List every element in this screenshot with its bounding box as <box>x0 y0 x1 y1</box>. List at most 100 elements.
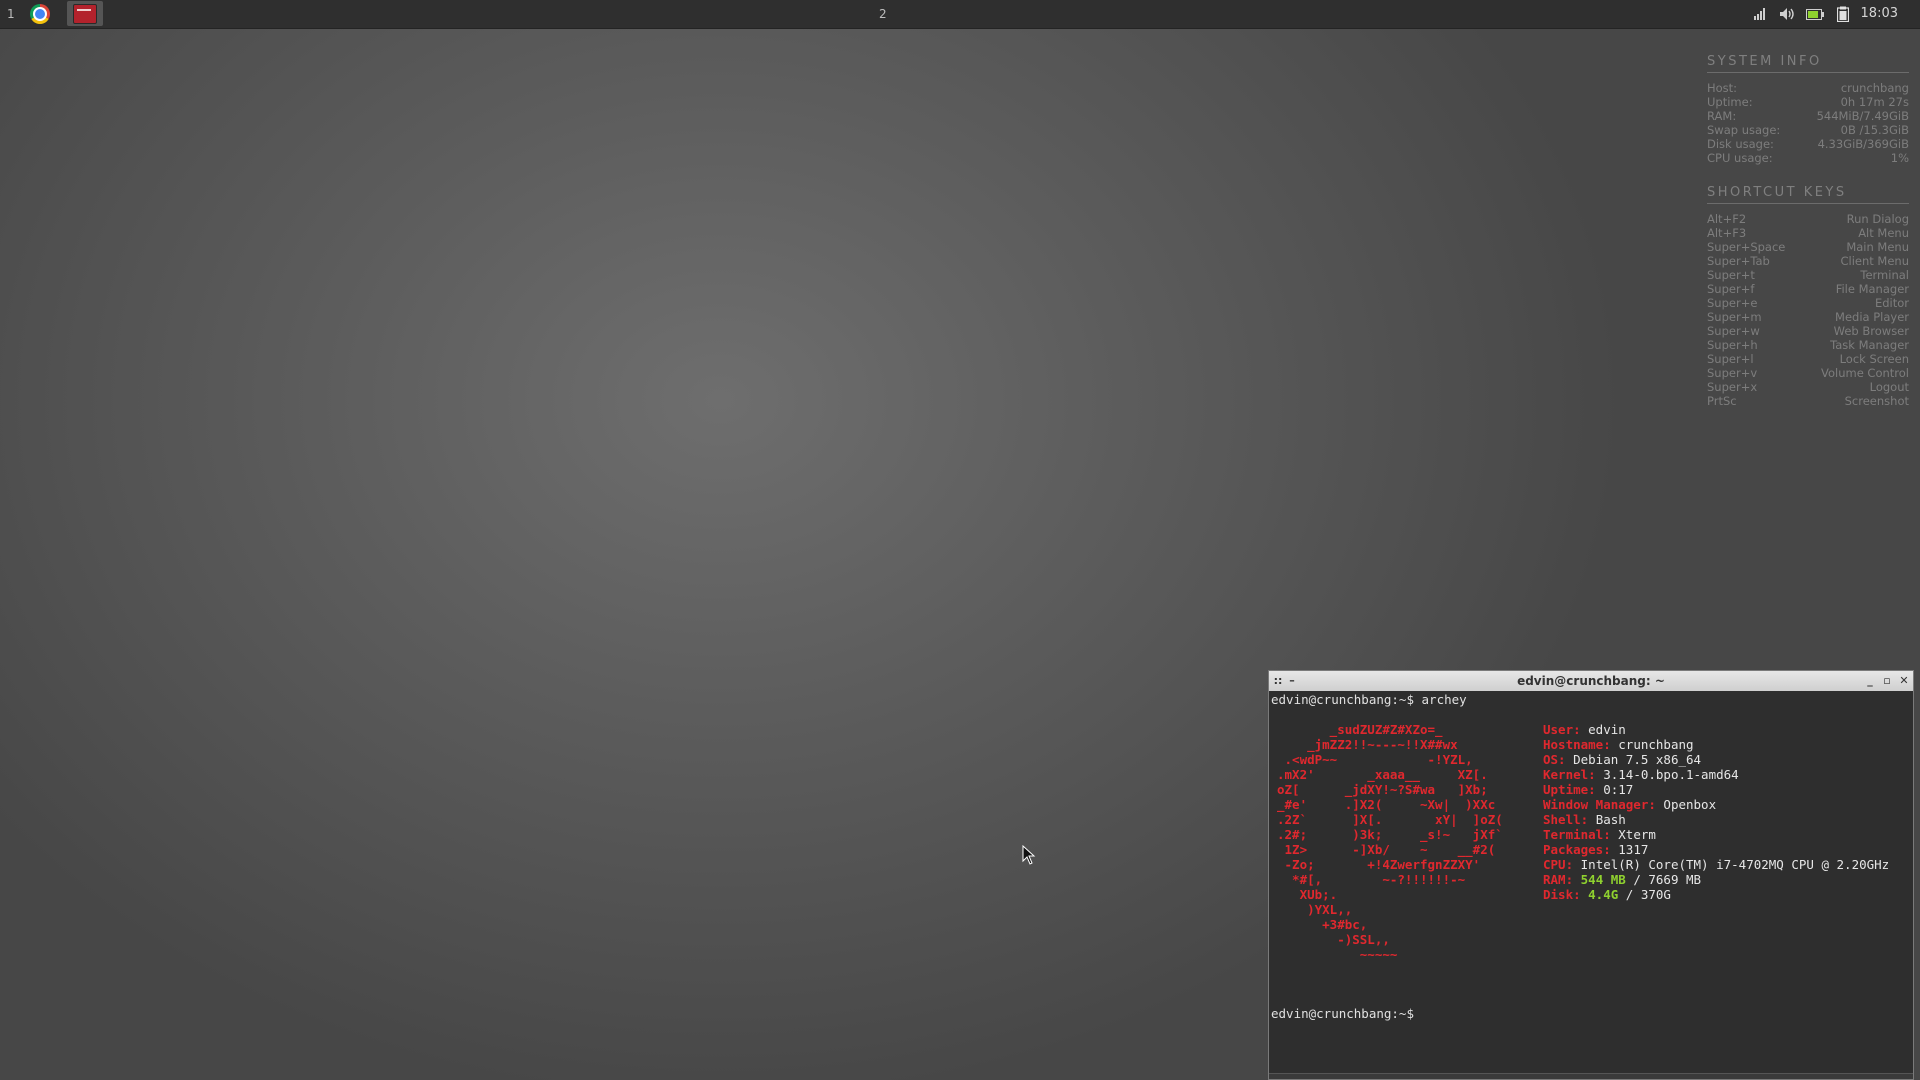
clipboard-icon[interactable] <box>1833 5 1853 23</box>
info-line: OS: Debian 7.5 x86_64 <box>1543 752 1702 767</box>
volume-icon[interactable] <box>1777 5 1797 23</box>
info-line: Terminal: Xterm <box>1543 827 1656 842</box>
shortcut-row-label: Super+h <box>1707 338 1758 352</box>
shortcut-row-label: Super+Space <box>1707 240 1786 254</box>
shortcut-row-label: PrtSc <box>1707 394 1737 408</box>
system-info-list: Host: crunchbang Uptime: 0h 17m 27s RAM: 544M… <box>1707 81 1909 165</box>
terminal-icon <box>73 3 97 24</box>
shortcut-row-value: Alt Menu <box>1858 226 1909 240</box>
system-info-row-value: crunchbang <box>1840 81 1909 95</box>
top-panel: 1 2 18:03 <box>0 0 1920 29</box>
shortcut-row-label: Super+x <box>1707 380 1758 394</box>
info-line: Packages: 1317 <box>1543 842 1649 857</box>
system-info-row-label: Host: <box>1707 81 1738 95</box>
shortcut-keys-list: Alt+F2 Run Dialog Alt+F3 Alt Menu Super+Spac… <box>1707 212 1909 408</box>
info-line: Uptime: 0:17 <box>1543 782 1634 797</box>
battery-icon[interactable] <box>1805 5 1825 23</box>
system-info-row: RAM: 544MiB/7.49GiB <box>1707 109 1909 123</box>
info-line: Hostname: crunchbang <box>1543 737 1694 752</box>
mouse-pointer-icon <box>1022 845 1036 865</box>
shortcut-row-value: Web Browser <box>1833 324 1909 338</box>
shortcut-row-value: Client Menu <box>1840 254 1909 268</box>
window-menu-icon[interactable]: :: <box>1271 671 1285 691</box>
system-info-row: Host: crunchbang <box>1707 81 1909 95</box>
system-info-row: Disk usage: 4.33GiB/369GiB <box>1707 137 1909 151</box>
shell-prompt: edvin@crunchbang:~$ <box>1271 1006 1414 1021</box>
shortcut-row-label: Super+Tab <box>1707 254 1770 268</box>
conky-widget: SYSTEM INFO Host: crunchbang Uptime: 0h 17m… <box>1707 54 1909 408</box>
shortcut-row: Super+h Task Manager <box>1707 338 1909 352</box>
system-info-row-label: RAM: <box>1707 109 1737 123</box>
maximize-icon[interactable]: ▫ <box>1880 671 1894 691</box>
shortcut-row-label: Super+l <box>1707 352 1754 366</box>
terminal-output[interactable]: edvin@crunchbang:~$ archey _sudZUZ#Z#XZo… <box>1270 692 1912 1073</box>
shortcut-row: Super+x Logout <box>1707 380 1909 394</box>
system-info-row-value: 0h 17m 27s <box>1840 95 1909 109</box>
info-line: RAM: 544 MB / 7669 MB <box>1543 872 1702 887</box>
shortcut-row-value: Task Manager <box>1830 338 1909 352</box>
shortcut-row-label: Super+t <box>1707 268 1755 282</box>
shortcut-row-value: Lock Screen <box>1839 352 1909 366</box>
shortcut-row: Super+f File Manager <box>1707 282 1909 296</box>
info-line: Kernel: 3.14-0.bpo.1-amd64 <box>1543 767 1739 782</box>
info-line: Window Manager: Openbox <box>1543 797 1717 812</box>
system-info-row-label: Uptime: <box>1707 95 1753 109</box>
shortcut-row-value: Run Dialog <box>1846 212 1909 226</box>
chrome-icon <box>30 3 50 24</box>
system-info-row-value: 4.33GiB/369GiB <box>1817 137 1909 151</box>
network-icon[interactable] <box>1750 5 1770 23</box>
shortcut-row: Alt+F2 Run Dialog <box>1707 212 1909 226</box>
debian-ascii-logo: _sudZUZ#Z#XZo=_ _jmZZ2!!~---~!!X##wx .<w… <box>1277 722 1503 962</box>
taskbar-chrome-button[interactable] <box>22 1 58 26</box>
shortcut-row-label: Super+v <box>1707 366 1758 380</box>
shortcut-row: Super+v Volume Control <box>1707 366 1909 380</box>
shortcut-row-label: Super+m <box>1707 310 1762 324</box>
info-line: Shell: Bash <box>1543 812 1626 827</box>
window-title: edvin@crunchbang: ~ <box>1517 674 1665 688</box>
shade-icon[interactable]: – <box>1285 671 1299 691</box>
workspace-1-label[interactable]: 1 <box>7 7 15 21</box>
clock[interactable]: 18:03 <box>1861 6 1898 21</box>
system-info-row: Swap usage: 0B /15.3GiB <box>1707 123 1909 137</box>
shortcut-row-value: Terminal <box>1860 268 1909 282</box>
system-info-output: User: edvin Hostname: crunchbang OS: Debia… <box>1543 722 1889 902</box>
shortcut-row: Super+e Editor <box>1707 296 1909 310</box>
shortcut-row: Super+t Terminal <box>1707 268 1909 282</box>
shortcut-row: Alt+F3 Alt Menu <box>1707 226 1909 240</box>
system-info-row-value: 544MiB/7.49GiB <box>1816 109 1909 123</box>
shortcut-row-value: Main Menu <box>1846 240 1909 254</box>
shortcut-row: Super+m Media Player <box>1707 310 1909 324</box>
shortcut-row: Super+Space Main Menu <box>1707 240 1909 254</box>
shortcut-row-label: Super+e <box>1707 296 1758 310</box>
info-line: Disk: 4.4G / 370G <box>1543 887 1671 902</box>
close-icon[interactable]: ✕ <box>1897 671 1911 691</box>
system-info-row-value: 1% <box>1890 151 1909 165</box>
shortcut-row-value: Volume Control <box>1821 366 1909 380</box>
command-line: edvin@crunchbang:~$ archey <box>1271 692 1467 707</box>
system-info-row-value: 0B /15.3GiB <box>1840 123 1909 137</box>
shortcut-row: Super+w Web Browser <box>1707 324 1909 338</box>
shortcut-row-label: Alt+F3 <box>1707 226 1747 240</box>
shortcut-row: Super+l Lock Screen <box>1707 352 1909 366</box>
shortcut-row-value: Media Player <box>1835 310 1909 324</box>
shortcut-row-value: File Manager <box>1835 282 1909 296</box>
system-info-row-label: CPU usage: <box>1707 151 1773 165</box>
shortcut-keys-header: SHORTCUT KEYS <box>1707 185 1909 204</box>
terminal-scrollbar[interactable] <box>1269 1073 1913 1079</box>
system-info-row: Uptime: 0h 17m 27s <box>1707 95 1909 109</box>
shortcut-row-value: Screenshot <box>1844 394 1909 408</box>
terminal-window[interactable]: :: – edvin@crunchbang: ~ _ ▫ ✕ edvin@cru… <box>1268 670 1914 1080</box>
system-info-row-label: Disk usage: <box>1707 137 1774 151</box>
shortcut-row: Super+Tab Client Menu <box>1707 254 1909 268</box>
shortcut-row-label: Super+w <box>1707 324 1760 338</box>
shortcut-row-value: Logout <box>1869 380 1909 394</box>
workspace-2-label[interactable]: 2 <box>879 7 887 21</box>
system-info-header: SYSTEM INFO <box>1707 54 1909 73</box>
shortcut-row-label: Alt+F2 <box>1707 212 1747 226</box>
taskbar-terminal-button[interactable] <box>67 1 103 26</box>
terminal-titlebar[interactable]: :: – edvin@crunchbang: ~ _ ▫ ✕ <box>1269 671 1913 691</box>
shortcut-row-label: Super+f <box>1707 282 1755 296</box>
shortcut-row-value: Editor <box>1874 296 1909 310</box>
shortcut-row: PrtSc Screenshot <box>1707 394 1909 408</box>
minimize-icon[interactable]: _ <box>1863 671 1877 691</box>
